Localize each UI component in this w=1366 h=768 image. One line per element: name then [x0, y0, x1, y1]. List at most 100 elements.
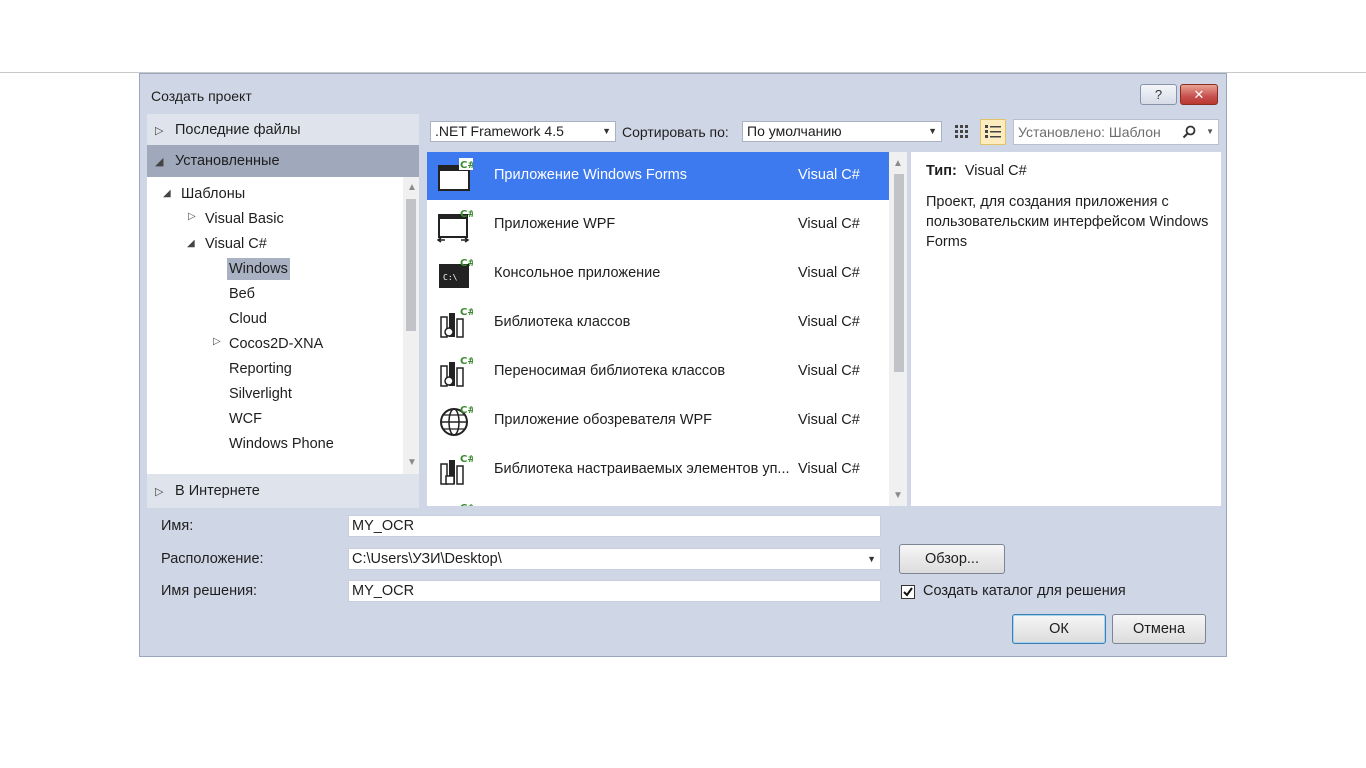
solution-name-value: MY_OCR: [352, 583, 415, 599]
browse-button[interactable]: Обзор...: [899, 544, 1005, 574]
collapse-arrow-icon[interactable]: ◢: [187, 238, 195, 249]
scroll-down-icon[interactable]: ▼: [407, 457, 417, 468]
grid-view-icon: [955, 125, 968, 138]
search-placeholder: Установлено: Шаблон: [1018, 124, 1161, 140]
type-label: Тип:: [926, 163, 957, 179]
template-item-winforms[interactable]: C# Приложение Windows Forms Visual C#: [427, 152, 889, 200]
list-view-icon: [985, 125, 1001, 138]
dialog-title: Создать проект: [151, 88, 252, 104]
expand-arrow-icon[interactable]: ▷: [155, 124, 169, 137]
template-language: Visual C#: [798, 461, 860, 477]
template-name: Переносимая библиотека классов: [494, 363, 726, 379]
create-directory-label[interactable]: Создать каталог для решения: [923, 583, 1126, 599]
scroll-up-icon[interactable]: ▲: [407, 182, 417, 193]
tree-item-visual-csharp[interactable]: Visual C#: [205, 233, 267, 255]
close-icon: ✕: [1193, 86, 1205, 102]
tree-item-cocos2d-xna[interactable]: Cocos2D-XNA: [229, 333, 323, 355]
framework-value: .NET Framework 4.5: [435, 123, 564, 139]
search-icon[interactable]: [1182, 125, 1196, 139]
template-name: Приложение WPF: [494, 216, 616, 232]
template-language: Visual C#: [798, 167, 860, 183]
wpf-browser-icon: C#: [440, 405, 473, 436]
scroll-down-icon[interactable]: ▼: [893, 490, 903, 501]
expand-arrow-icon[interactable]: ▷: [213, 336, 221, 347]
templates-toolbar: .NET Framework 4.5 ▼ Сортировать по: По …: [429, 116, 1219, 148]
template-item-control-library[interactable]: C# Библиотека настраиваемых элементов уп…: [427, 446, 889, 494]
solution-name-field[interactable]: MY_OCR: [348, 580, 881, 602]
expand-arrow-icon[interactable]: ▷: [155, 485, 169, 498]
wpf-icon: C#: [437, 209, 473, 243]
tree-item-wcf[interactable]: WCF: [229, 408, 262, 430]
template-item-partial[interactable]: C#: [427, 495, 889, 506]
title-bar: Создать проект ? ✕: [140, 74, 1226, 114]
template-search-input[interactable]: Установлено: Шаблон ▼: [1013, 119, 1219, 145]
template-type: Тип: Visual C#: [926, 163, 1027, 179]
new-project-dialog: Создать проект ? ✕ ▷ Последние файлы ◢ У…: [139, 73, 1227, 657]
control-library-icon: C#: [440, 454, 473, 485]
help-button[interactable]: ?: [1140, 84, 1177, 105]
framework-select[interactable]: .NET Framework 4.5 ▼: [430, 121, 616, 142]
template-item-wpf[interactable]: C# Приложение WPF Visual C#: [427, 201, 889, 249]
svg-text:C#: C#: [460, 209, 473, 220]
svg-text:C#: C#: [460, 454, 473, 465]
template-item-console[interactable]: C:\ C# Консольное приложение Visual C#: [427, 250, 889, 298]
tree-item-visual-basic[interactable]: Visual Basic: [205, 208, 284, 230]
close-button[interactable]: ✕: [1180, 84, 1218, 105]
template-name: Приложение обозревателя WPF: [494, 412, 713, 428]
console-icon: C:\ C#: [439, 258, 473, 288]
location-combo[interactable]: C:\Users\УЗИ\Desktop\ ▼: [348, 548, 881, 570]
template-list-scrollbar[interactable]: ▲ ▼: [889, 152, 907, 506]
ok-button[interactable]: ОК: [1012, 614, 1106, 644]
chevron-down-icon[interactable]: ▼: [867, 549, 876, 569]
nav-recent-files[interactable]: ▷ Последние файлы: [147, 114, 419, 146]
location-value: C:\Users\УЗИ\Desktop\: [352, 551, 502, 567]
search-options-icon[interactable]: ▼: [1206, 120, 1214, 144]
tree-item-silverlight[interactable]: Silverlight: [229, 383, 292, 405]
expand-arrow-icon[interactable]: ▷: [188, 211, 196, 222]
template-language: Visual C#: [798, 216, 860, 232]
project-name-field[interactable]: MY_OCR: [348, 515, 881, 537]
nav-installed-label: Установленные: [175, 153, 280, 169]
winforms-icon: C#: [438, 158, 473, 191]
collapse-arrow-icon[interactable]: ◢: [163, 188, 171, 199]
project-name-value: MY_OCR: [352, 518, 415, 534]
scrollbar-thumb[interactable]: [406, 199, 416, 331]
tree-item-templates[interactable]: Шаблоны: [181, 183, 245, 205]
svg-text:C#: C#: [460, 160, 473, 171]
tree-scrollbar[interactable]: ▲ ▼: [403, 177, 419, 474]
template-tree: ◢ Шаблоны ▷ Visual Basic ◢ Visual C# Win…: [147, 177, 403, 474]
checkmark-icon: [903, 587, 913, 597]
template-item-class-library[interactable]: C# Библиотека классов Visual C#: [427, 299, 889, 347]
svg-text:C:\: C:\: [443, 273, 458, 282]
small-icons-view-button[interactable]: [949, 119, 975, 145]
tree-item-windows[interactable]: Windows: [227, 258, 290, 280]
template-language: Visual C#: [798, 412, 860, 428]
svg-text:C#: C#: [460, 307, 473, 318]
sort-select[interactable]: По умолчанию ▼: [742, 121, 942, 142]
template-details-panel: Тип: Visual C# Проект, для создания прил…: [911, 152, 1221, 506]
collapse-arrow-icon[interactable]: ◢: [155, 155, 169, 168]
scrollbar-thumb[interactable]: [894, 174, 904, 372]
nav-installed[interactable]: ◢ Установленные: [147, 145, 419, 177]
tree-item-windows-phone[interactable]: Windows Phone: [229, 433, 334, 455]
chevron-down-icon: ▼: [928, 126, 937, 136]
cancel-button[interactable]: Отмена: [1112, 614, 1206, 644]
browse-label: Обзор...: [925, 551, 979, 567]
create-directory-checkbox[interactable]: [901, 585, 915, 599]
portable-library-icon: C#: [440, 356, 473, 387]
class-library-icon: C#: [440, 307, 473, 338]
scroll-up-icon[interactable]: ▲: [893, 158, 903, 169]
template-name: Библиотека классов: [494, 314, 631, 330]
template-name: Библиотека настраиваемых элементов уп...: [494, 461, 790, 477]
template-language: Visual C#: [798, 314, 860, 330]
template-item-portable-library[interactable]: C# Переносимая библиотека классов Visual…: [427, 348, 889, 396]
tree-item-web[interactable]: Веб: [229, 283, 255, 305]
template-name: Консольное приложение: [494, 265, 661, 281]
list-view-button[interactable]: [980, 119, 1006, 145]
template-icon: C#: [460, 503, 473, 506]
template-item-wpf-browser[interactable]: C# Приложение обозревателя WPF Visual C#: [427, 397, 889, 445]
tree-item-cloud[interactable]: Cloud: [229, 308, 267, 330]
svg-text:C#: C#: [460, 405, 473, 416]
nav-online[interactable]: ▷ В Интернете: [147, 474, 419, 508]
tree-item-reporting[interactable]: Reporting: [229, 358, 292, 380]
